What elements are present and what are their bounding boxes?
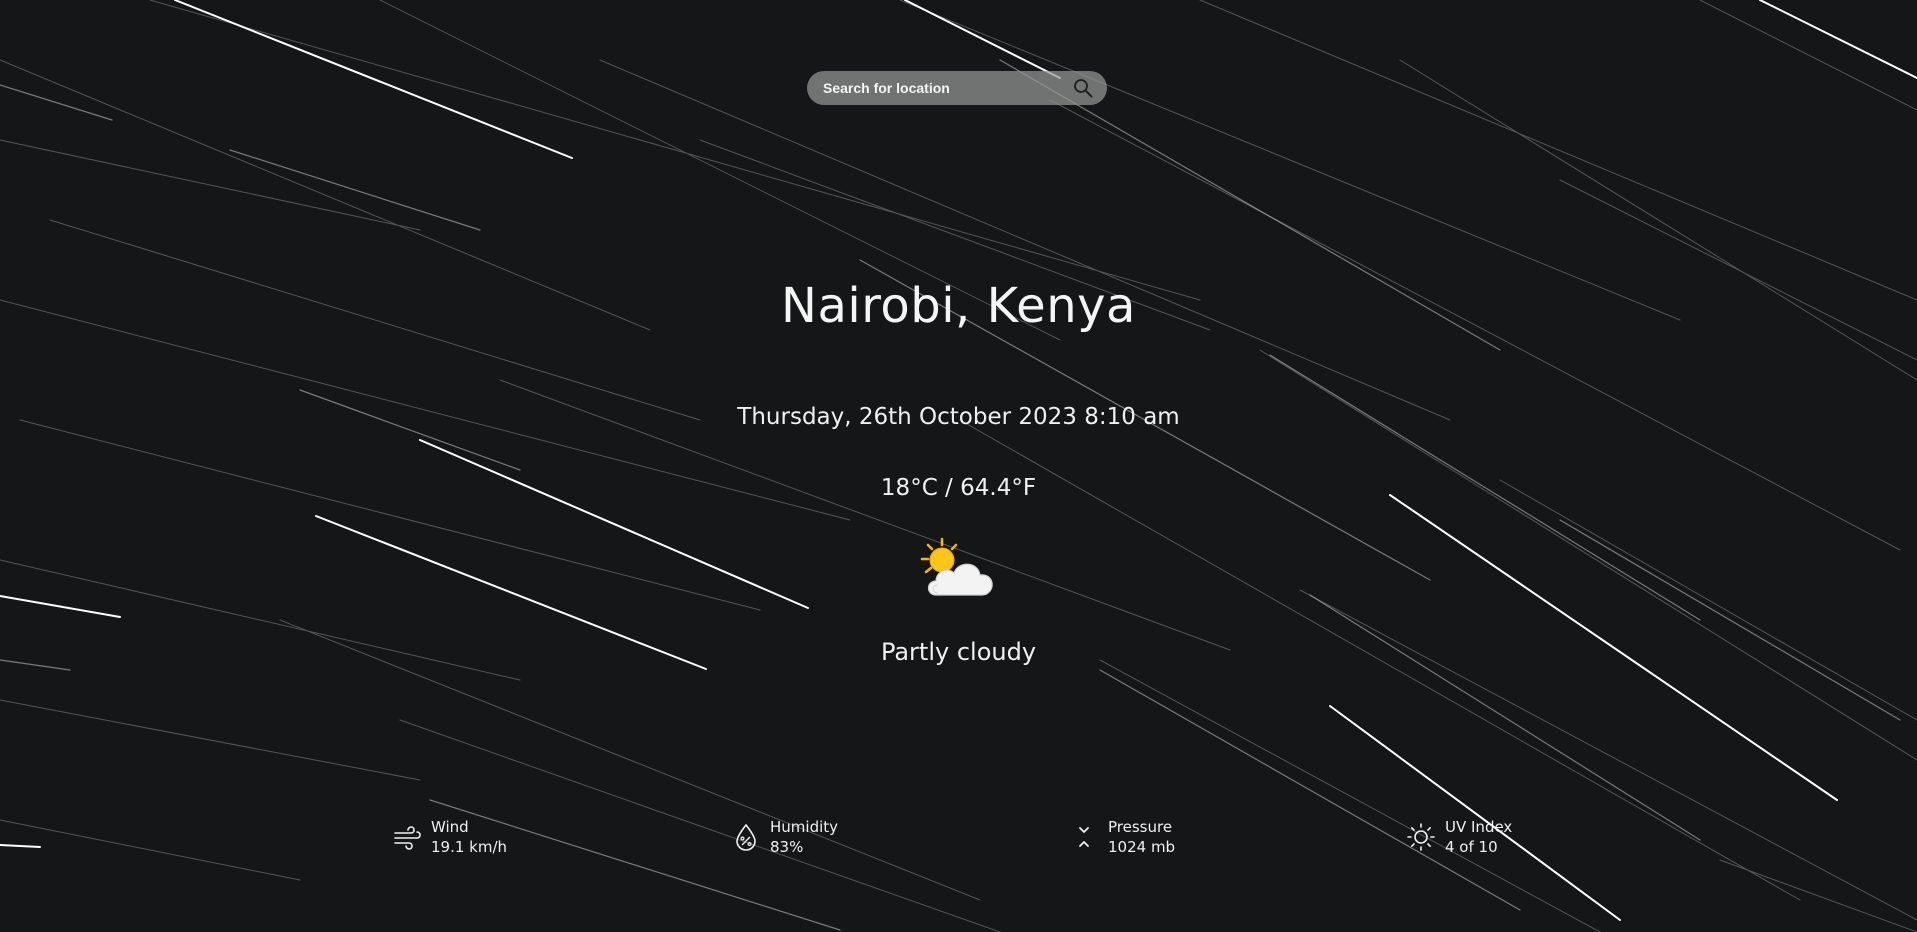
humidity-value: 83% [770, 838, 804, 856]
weather-app: Nairobi, Kenya Thursday, 26th October 20… [0, 0, 1917, 932]
partly-cloudy-icon [920, 537, 993, 596]
wind-label: Wind [431, 818, 469, 836]
search-icon[interactable] [1073, 78, 1093, 98]
date-time: Thursday, 26th October 2023 8:10 am [737, 404, 1180, 430]
wind-icon [394, 826, 421, 850]
location-title: Nairobi, Kenya [781, 278, 1136, 334]
humidity-icon [736, 823, 756, 851]
search-bar [807, 71, 1107, 105]
search-input[interactable] [823, 71, 1063, 105]
pressure-label: Pressure [1108, 818, 1173, 836]
temperature: 18°C / 64.4°F [880, 475, 1037, 501]
wind-value: 19.1 km/h [431, 838, 508, 856]
sun-icon [1407, 823, 1435, 851]
pressure-icon [1079, 827, 1089, 847]
condition-text: Partly cloudy [880, 638, 1037, 666]
uv-value: 4 of 10 [1445, 838, 1498, 856]
uv-label: UV Index [1445, 818, 1513, 836]
humidity-label: Humidity [770, 818, 839, 836]
star-trails-background [0, 0, 1917, 932]
pressure-value: 1024 mb [1108, 838, 1176, 856]
